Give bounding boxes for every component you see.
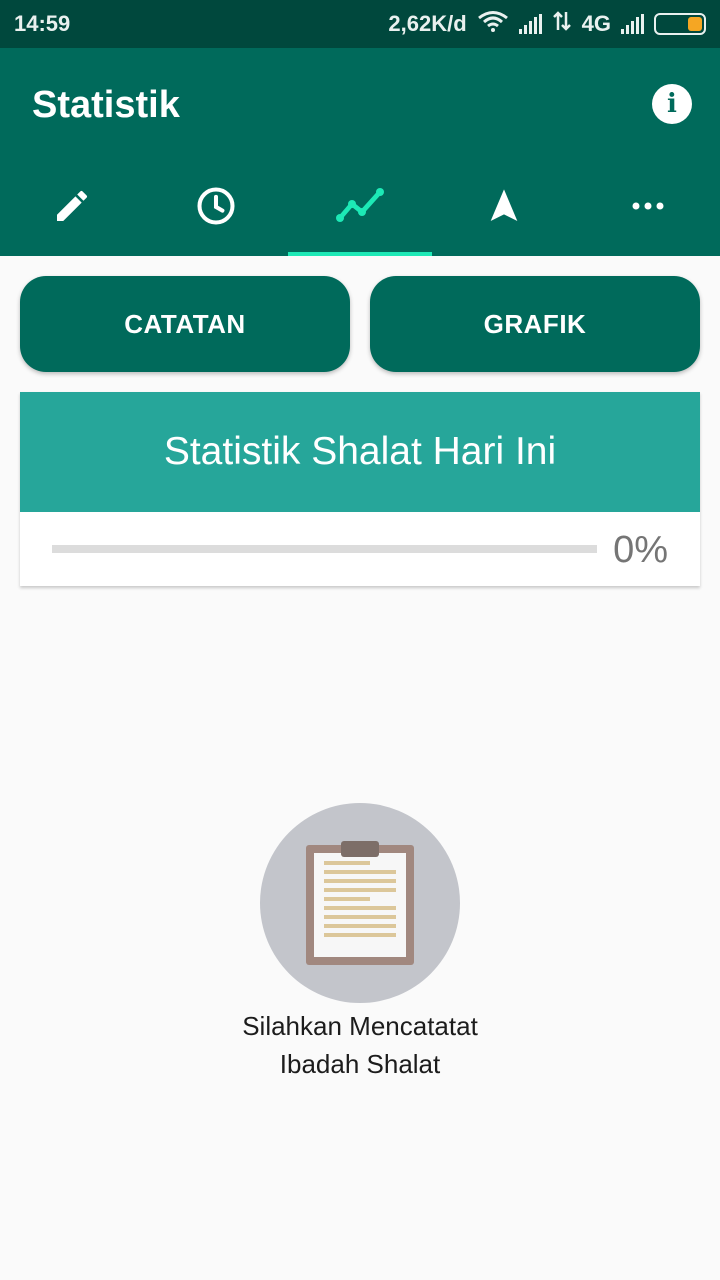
page-title: Statistik bbox=[32, 84, 180, 126]
stats-card-title: Statistik Shalat Hari Ini bbox=[20, 392, 700, 512]
network-type: 4G bbox=[581, 11, 611, 36]
app-bar: Statistik i bbox=[0, 48, 720, 256]
network-speed: 2,62K/d bbox=[388, 11, 467, 36]
empty-state-text: Silahkan Mencatatat Ibadah Shalat bbox=[0, 1007, 720, 1083]
tab-statistics[interactable] bbox=[288, 160, 432, 256]
more-dots-icon bbox=[630, 199, 666, 217]
catatan-button[interactable]: CATATAN bbox=[20, 276, 350, 372]
tab-edit[interactable] bbox=[0, 160, 144, 256]
empty-state-line1: Silahkan Mencatatat bbox=[242, 1011, 478, 1041]
tab-direction[interactable] bbox=[432, 160, 576, 256]
info-icon[interactable]: i bbox=[652, 84, 692, 124]
signal-icon bbox=[518, 14, 542, 34]
progress-label: 0% bbox=[613, 529, 668, 571]
pencil-icon bbox=[52, 186, 92, 231]
data-arrows-icon bbox=[552, 10, 572, 38]
empty-state: Silahkan Mencatatat Ibadah Shalat bbox=[0, 803, 720, 1083]
tab-more[interactable] bbox=[576, 160, 720, 256]
progress-bar bbox=[52, 545, 597, 553]
clock-icon bbox=[194, 184, 238, 233]
tab-bar bbox=[0, 160, 720, 256]
grafik-button[interactable]: GRAFIK bbox=[370, 276, 700, 372]
signal-icon-2 bbox=[621, 14, 644, 34]
battery-icon bbox=[654, 13, 706, 35]
empty-state-circle bbox=[260, 803, 460, 1003]
status-time: 14:59 bbox=[14, 11, 71, 36]
status-bar: 14:59 2,62K/d 4G bbox=[0, 0, 720, 48]
tab-time[interactable] bbox=[144, 160, 288, 256]
battery-level bbox=[688, 17, 702, 31]
stats-card: Statistik Shalat Hari Ini 0% bbox=[20, 392, 700, 586]
empty-state-line2: Ibadah Shalat bbox=[279, 1049, 441, 1079]
trend-chart-icon bbox=[336, 186, 384, 231]
action-buttons: CATATAN GRAFIK bbox=[20, 276, 700, 372]
navigation-arrow-icon bbox=[484, 186, 524, 231]
wifi-icon bbox=[477, 10, 509, 38]
